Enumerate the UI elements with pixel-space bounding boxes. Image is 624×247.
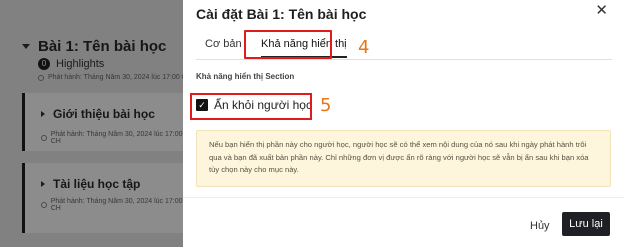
- modal-title: Cài đặt Bài 1: Tên bài học: [196, 6, 367, 22]
- modal-footer-divider: [183, 197, 624, 198]
- tab-basic[interactable]: Cơ bản: [205, 38, 242, 50]
- close-icon[interactable]: ✕: [595, 3, 608, 18]
- settings-modal: Cài đặt Bài 1: Tên bài học ✕ Cơ bản Khả …: [183, 0, 624, 247]
- annotation-highlight-checkbox: [190, 93, 312, 120]
- cancel-button[interactable]: Hủy: [530, 220, 550, 232]
- save-button[interactable]: Lưu lại: [562, 212, 610, 236]
- annotation-step-number: 4: [358, 37, 370, 58]
- annotation-step-number: 5: [320, 95, 332, 116]
- section-label: Khả năng hiển thị Section: [196, 72, 295, 81]
- annotation-highlight-tab: [244, 30, 332, 59]
- info-notice: Nếu bạn hiển thị phần này cho người học,…: [196, 130, 611, 187]
